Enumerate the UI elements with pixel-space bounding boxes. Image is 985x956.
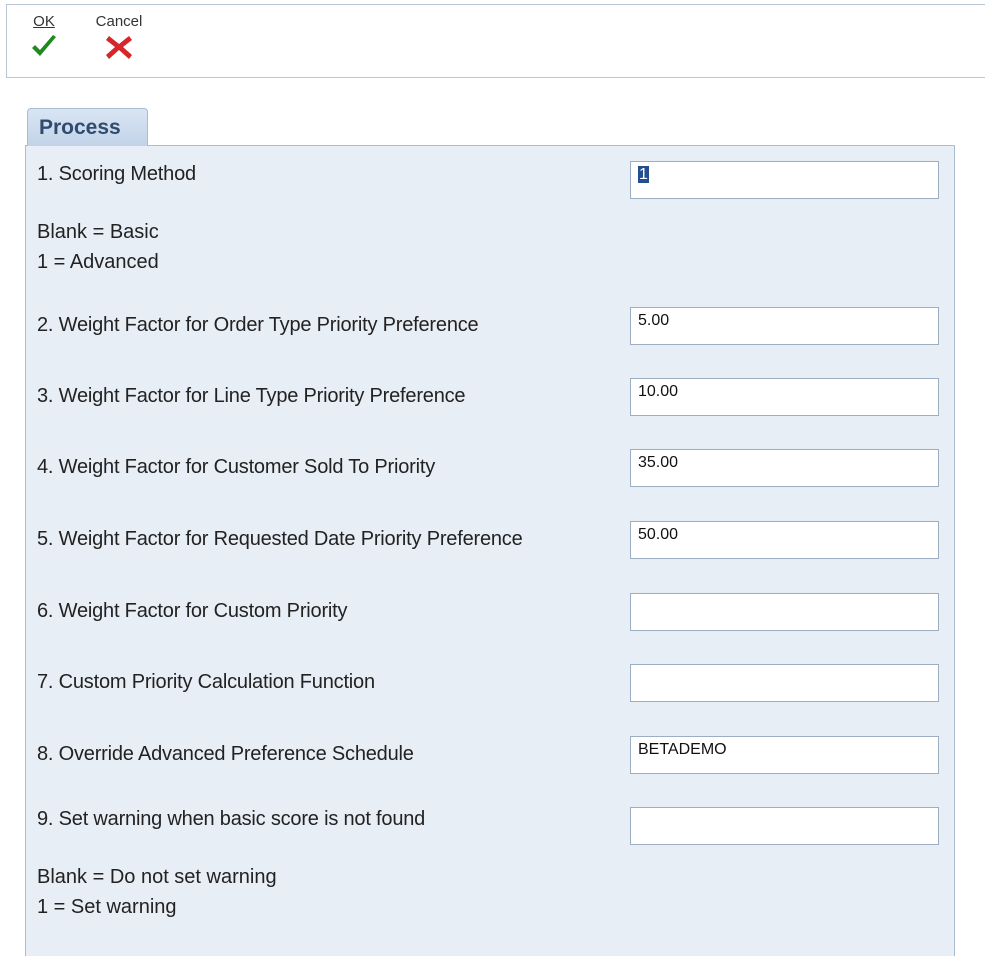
ok-label-text: OK [33,13,55,30]
process-panel: 1. Scoring Method 1 Blank = Basic 1 = Ad… [25,145,955,956]
option-2-value: 5.00 [638,312,670,329]
option-7-label: 7. Custom Priority Calculation Function [37,671,375,693]
scoring-note-one: 1 = Advanced [37,251,159,273]
cancel-label: Cancel [95,13,143,30]
option-8-label: 8. Override Advanced Preference Schedule [37,743,414,765]
option-9-label: 9. Set warning when basic score is not f… [37,808,426,830]
option-3-label: 3. Weight Factor for Line Type Priority … [37,385,466,407]
option-8-field[interactable]: BETADEMO [630,736,939,774]
toolbar: OK Cancel [6,4,985,78]
checkmark-icon [25,33,63,64]
ok-label: OK [25,13,63,31]
option-3-value: 10.00 [638,383,679,400]
option-5-field[interactable]: 50.00 [630,521,939,559]
option-5-value: 50.00 [638,526,679,543]
warning-note-one: 1 = Set warning [37,896,177,918]
option-7-field[interactable] [630,664,939,702]
scoring-note-blank: Blank = Basic [37,221,159,243]
option-1-value: 1 [638,166,649,183]
warning-note-blank: Blank = Do not set warning [37,866,277,888]
option-1-field[interactable]: 1 [630,161,939,199]
option-2-field[interactable]: 5.00 [630,307,939,345]
option-6-field[interactable] [630,593,939,631]
option-8-value: BETADEMO [638,741,727,758]
option-4-value: 35.00 [638,454,679,471]
option-2-label: 2. Weight Factor for Order Type Priority… [37,314,479,336]
option-6-label: 6. Weight Factor for Custom Priority [37,600,348,622]
option-4-field[interactable]: 35.00 [630,449,939,487]
option-5-label: 5. Weight Factor for Requested Date Prio… [37,528,523,550]
option-1-label: 1. Scoring Method [37,163,196,185]
ok-button[interactable]: OK [25,13,63,64]
option-4-label: 4. Weight Factor for Customer Sold To Pr… [37,456,435,478]
x-close-icon [89,33,149,66]
option-3-field[interactable]: 10.00 [630,378,939,416]
option-9-field[interactable] [630,807,939,845]
tab-process[interactable]: Process [27,108,148,146]
cancel-button[interactable]: Cancel [89,13,149,66]
